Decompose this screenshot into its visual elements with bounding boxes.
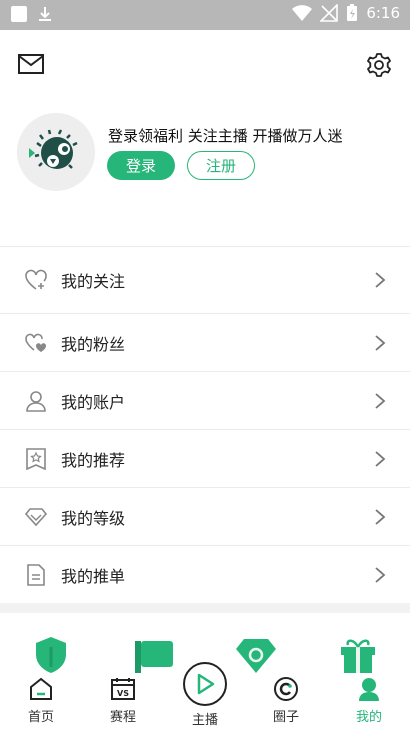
tab-home[interactable]: 首页: [11, 675, 71, 725]
gear-icon[interactable]: [366, 52, 392, 78]
register-button[interactable]: 注册: [187, 151, 255, 180]
diamond-icon: [24, 505, 48, 529]
chevron-right-icon: [375, 508, 386, 525]
menu-label-follows: 我的关注: [61, 272, 126, 291]
flag-deco-icon: [135, 641, 173, 673]
chevron-right-icon: [375, 334, 386, 351]
menu-list: 我的关注 我的粉丝 我的账户 我的推荐 我的等级 我的推单: [0, 246, 410, 604]
no-signal-icon: [320, 4, 339, 22]
diamond-deco-icon: [236, 639, 276, 673]
hearts-icon: [24, 331, 48, 355]
home-icon: [27, 675, 55, 702]
chevron-right-icon: [375, 272, 386, 288]
bottom-tabbar: 首页 VS 赛程 主播 圈子 我的: [0, 613, 410, 730]
tab-label-anchor: 主播: [191, 713, 218, 728]
tab-label-circle: 圈子: [272, 710, 299, 725]
menu-item-account[interactable]: 我的账户: [0, 372, 410, 430]
user-icon: [24, 389, 48, 413]
chevron-right-icon: [375, 567, 386, 583]
tab-label-mine: 我的: [355, 710, 382, 725]
vs-calendar-icon: VS: [109, 675, 137, 702]
status-right: 6:16: [292, 4, 400, 22]
section-divider: [0, 603, 410, 613]
menu-label-recommend: 我的推荐: [61, 450, 126, 470]
promo-text: 登录领福利 关注主播 开播做万人迷: [108, 127, 343, 145]
menu-item-recommend[interactable]: 我的推荐: [0, 430, 410, 488]
mail-icon[interactable]: [18, 54, 44, 74]
status-bar: 6:16: [0, 0, 410, 30]
menu-label-fans: 我的粉丝: [61, 334, 126, 354]
battery-icon: [347, 4, 358, 21]
download-icon: [39, 7, 51, 21]
profile-icon: [355, 675, 383, 702]
pufferfish-avatar-icon: [29, 129, 78, 169]
menu-item-fans[interactable]: 我的粉丝: [0, 314, 410, 372]
svg-text:VS: VS: [117, 689, 129, 698]
tab-circle[interactable]: 圈子: [256, 675, 316, 725]
login-button[interactable]: 登录: [107, 151, 175, 180]
status-left: [10, 5, 54, 23]
chevron-right-icon: [375, 392, 386, 409]
shield-deco-icon: [36, 637, 66, 673]
chevron-right-icon: [375, 450, 386, 467]
avatar[interactable]: [17, 113, 95, 191]
menu-label-tips: 我的推单: [61, 567, 126, 586]
menu-item-tips[interactable]: 我的推单: [0, 546, 410, 604]
header: [0, 30, 410, 100]
menu-item-level[interactable]: 我的等级: [0, 488, 410, 546]
heart-plus-icon: [24, 268, 48, 292]
menu-item-follows[interactable]: 我的关注: [0, 246, 410, 314]
status-time: 6:16: [366, 4, 400, 22]
tab-schedule[interactable]: VS 赛程: [93, 675, 153, 725]
tab-mine[interactable]: 我的: [339, 675, 399, 725]
document-icon: [24, 563, 48, 587]
tab-label-schedule: 赛程: [109, 710, 136, 725]
play-icon: [197, 673, 215, 695]
menu-label-level: 我的等级: [61, 508, 126, 528]
menu-label-account: 我的账户: [61, 392, 126, 412]
tab-anchor-play-button[interactable]: [183, 662, 227, 706]
star-bookmark-icon: [24, 447, 48, 471]
gift-deco-icon: [341, 639, 375, 673]
circle-icon: [272, 675, 300, 702]
notification-square-icon: [11, 6, 27, 22]
wifi-icon: [292, 5, 313, 21]
tab-label-home: 首页: [27, 710, 54, 725]
profile-section: 登录领福利 关注主播 开播做万人迷 登录 注册: [0, 105, 410, 205]
